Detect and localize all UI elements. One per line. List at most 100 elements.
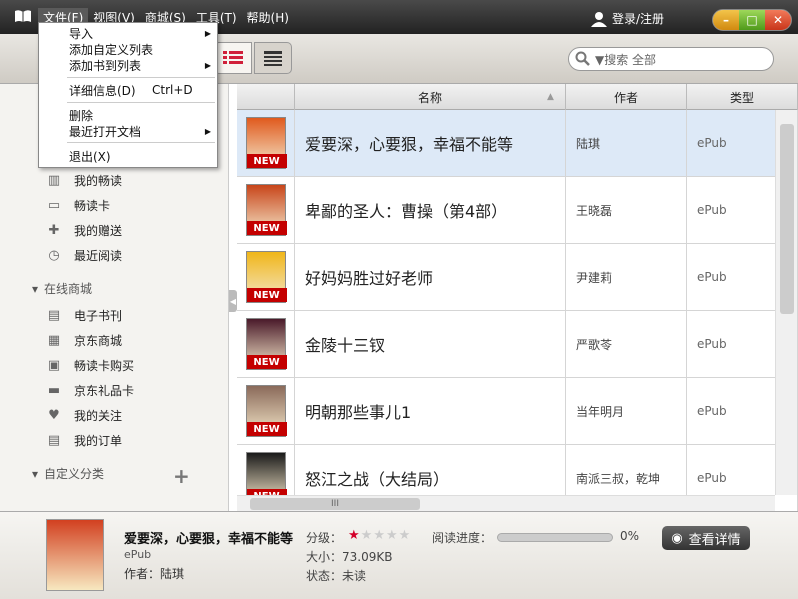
book-author: 严歌苓	[566, 311, 687, 377]
file-menu-item-label: 最近打开文档	[69, 124, 142, 139]
table-row[interactable]: NEW 爱要深，心要狠，幸福不能等 陆琪 ePub	[237, 110, 798, 177]
column-cover	[237, 84, 295, 110]
cover-cell: NEW	[237, 110, 295, 176]
user-icon	[591, 11, 607, 27]
sidebar-item-gift-card[interactable]: ▬ 京东礼品卡	[44, 380, 134, 400]
list-view-icon	[223, 51, 243, 64]
sidebar-item-jd-store[interactable]: ▦ 京东商城	[44, 330, 122, 350]
book-name: 好妈妈胜过好老师	[295, 244, 566, 310]
clock-icon: ◷	[48, 247, 60, 263]
maximize-button[interactable]: □	[739, 10, 765, 30]
file-menu-item[interactable]: 最近打开文档 ▶	[39, 123, 217, 139]
window-controls: – □ ✕	[712, 9, 792, 31]
add-category-button[interactable]: +	[173, 464, 190, 488]
vertical-scrollbar[interactable]	[775, 110, 797, 495]
view-details-label: 查看详情	[688, 532, 741, 548]
new-badge: NEW	[246, 288, 287, 302]
menu-separator	[67, 102, 215, 103]
file-menu-item[interactable]: 删除	[39, 107, 217, 123]
table-row[interactable]: NEW 卑鄙的圣人：曹操（第4部） 王晓磊 ePub	[237, 177, 798, 244]
progress-label: 阅读进度：	[432, 531, 493, 545]
book-cover: NEW	[245, 184, 287, 236]
minimize-button[interactable]: –	[713, 10, 739, 30]
sidebar-item-my-reading[interactable]: ▥ 我的畅读	[44, 170, 122, 190]
gift-icon: ✚	[48, 222, 60, 238]
sidebar-item-label: 京东商城	[74, 333, 123, 348]
new-badge: NEW	[246, 221, 287, 235]
file-menu-item[interactable]: 退出(X)	[39, 148, 217, 164]
star-icon[interactable]: ★	[386, 528, 399, 543]
sidebar-item-my-gifts[interactable]: ✚ 我的赠送	[44, 220, 122, 240]
sidebar-item-orders[interactable]: ▤ 我的订单	[44, 430, 122, 450]
sidebar-item-label: 我的关注	[74, 408, 123, 423]
close-button[interactable]: ✕	[765, 10, 791, 30]
book-icon: ▥	[47, 172, 61, 188]
book-cover: NEW	[245, 117, 287, 169]
horizontal-scroll-thumb[interactable]: III	[250, 498, 420, 510]
star-icon[interactable]: ★	[373, 528, 386, 543]
table-row[interactable]: NEW 好妈妈胜过好老师 尹建莉 ePub	[237, 244, 798, 311]
table-row[interactable]: NEW 明朝那些事儿1 当年明月 ePub	[237, 378, 798, 445]
view-details-button[interactable]: ◉ 查看详情	[662, 526, 750, 550]
book-name: 卑鄙的圣人：曹操（第4部）	[295, 177, 566, 243]
book-table: 名称 ▲ 作者 类型 NEW 爱要深，心要狠，幸福不能等 陆琪 ePub NEW 卑鄙的圣人…	[237, 84, 798, 511]
file-menu-item-label: 删除	[69, 108, 94, 123]
heart-icon: ♥	[48, 407, 60, 423]
sidebar-item-label: 我的订单	[74, 433, 123, 448]
file-menu-item[interactable]: 添加自定义列表	[39, 41, 217, 57]
custom-header-label: 自定义分类	[44, 467, 105, 481]
rating-stars[interactable]: ★★★★★	[348, 528, 411, 543]
login-button[interactable]: 登录/注册	[590, 10, 664, 27]
book-author: 当年明月	[566, 378, 687, 444]
submenu-arrow-icon: ▶	[204, 28, 211, 38]
book-author: 王晓磊	[566, 177, 687, 243]
file-menu-item[interactable]: 详细信息(D) Ctrl+D	[39, 82, 217, 98]
sidebar-item-follows[interactable]: ♥ 我的关注	[44, 405, 122, 425]
search-input[interactable]: ▼搜索 全部	[568, 47, 774, 71]
cover-cell: NEW	[237, 311, 295, 377]
new-badge: NEW	[246, 355, 287, 369]
sidebar-item-recent[interactable]: ◷ 最近阅读	[44, 245, 122, 265]
reading-progress-bar	[497, 533, 613, 542]
sidebar-item-reading-card[interactable]: ▭ 畅读卡	[44, 195, 110, 215]
file-menu-item-label: 添加书到列表	[69, 58, 142, 73]
book-author: 陆琪	[566, 110, 687, 176]
detail-view-button[interactable]	[254, 42, 292, 74]
list-view-button[interactable]	[214, 42, 252, 74]
progress-value: 0%	[620, 529, 640, 543]
store-section-header[interactable]: ▾ 在线商城	[32, 280, 92, 297]
sidebar-item-ebooks[interactable]: ▤ 电子书刊	[44, 305, 122, 325]
order-icon: ▤	[47, 432, 61, 448]
sidebar-item-buy-card[interactable]: ▣ 畅读卡购买	[44, 355, 134, 375]
submenu-arrow-icon: ▶	[204, 126, 211, 136]
sidebar-item-label: 畅读卡购买	[74, 358, 135, 373]
new-badge: NEW	[246, 154, 287, 168]
shortcut-label: Ctrl+D	[152, 83, 193, 97]
custom-section-header[interactable]: ▾ 自定义分类	[32, 465, 104, 482]
star-icon[interactable]: ★	[399, 528, 412, 543]
file-menu-item-label: 导入	[69, 26, 94, 41]
sidebar-item-label: 我的赠送	[74, 223, 123, 238]
store-header-label: 在线商城	[44, 282, 93, 296]
table-row[interactable]: NEW 金陵十三钗 严歌苓 ePub	[237, 311, 798, 378]
vertical-scroll-thumb[interactable]	[780, 124, 794, 314]
giftcard-icon: ▬	[47, 382, 61, 398]
collapse-sidebar-button[interactable]: ◀	[229, 290, 237, 312]
cover-cell: NEW	[237, 177, 295, 243]
file-menu-item[interactable]: 添加书到列表 ▶	[39, 57, 217, 73]
sidebar-item-label: 电子书刊	[74, 308, 123, 323]
column-author[interactable]: 作者	[566, 84, 687, 110]
file-menu-item-label: 添加自定义列表	[69, 42, 154, 57]
star-icon[interactable]: ★	[348, 528, 361, 543]
file-menu-item-label: 退出(X)	[69, 149, 111, 164]
column-name[interactable]: 名称 ▲	[295, 84, 566, 110]
star-icon[interactable]: ★	[361, 528, 374, 543]
detail-view-icon	[264, 51, 282, 66]
file-menu-item[interactable]: 导入 ▶	[39, 25, 217, 41]
column-type[interactable]: 类型	[687, 84, 798, 110]
menu-help[interactable]: 帮助(H)	[242, 8, 294, 27]
search-icon	[575, 51, 590, 66]
horizontal-scrollbar[interactable]: III	[237, 495, 775, 511]
collapse-arrow-icon: ▾	[32, 466, 39, 481]
book-name: 明朝那些事儿1	[295, 378, 566, 444]
